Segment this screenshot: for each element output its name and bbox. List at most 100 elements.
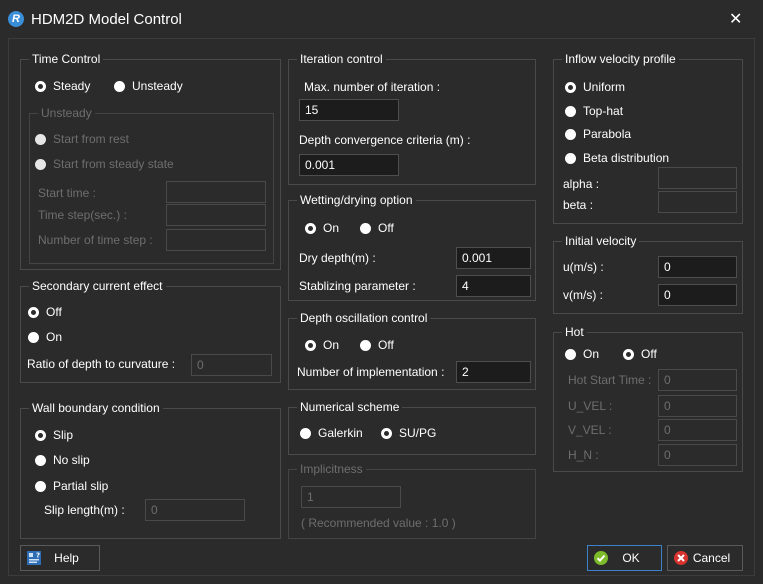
beta-input[interactable] — [658, 191, 737, 213]
depth-convergence-input[interactable]: 0.001 — [299, 154, 399, 176]
u-velocity-input[interactable]: 0 — [658, 256, 737, 278]
wall-boundary-title: Wall boundary condition — [29, 401, 163, 415]
h-n-input[interactable]: 0 — [658, 444, 737, 466]
dry-depth-input[interactable]: 0.001 — [456, 247, 531, 269]
radio-unchecked-icon — [360, 222, 371, 234]
unsteady-label: Unsteady — [132, 79, 183, 93]
slip-length-label: Slip length(m) : — [44, 503, 125, 517]
radio-checked-icon — [305, 339, 316, 351]
max-iteration-input[interactable]: 15 — [299, 99, 399, 121]
steady-radio[interactable]: Steady — [35, 79, 90, 93]
h-n-label: H_N : — [568, 448, 599, 462]
close-icon[interactable]: ✕ — [729, 9, 742, 29]
partial-slip-radio[interactable]: Partial slip — [35, 479, 108, 493]
oscillation-off-radio[interactable]: Off — [360, 338, 394, 352]
implicitness-note: ( Recommended value : 1.0 ) — [301, 516, 456, 530]
cancel-button-label: Cancel — [692, 551, 731, 565]
start-from-rest-radio[interactable]: Start from rest — [35, 132, 129, 146]
secondary-off-label: Off — [46, 305, 62, 319]
parabola-radio[interactable]: Parabola — [565, 127, 631, 141]
u-vel-input[interactable]: 0 — [658, 395, 737, 417]
hot-on-radio[interactable]: On — [565, 347, 599, 361]
implicitness-input[interactable]: 1 — [301, 486, 401, 508]
radio-unchecked-icon — [114, 80, 125, 92]
wetting-on-radio[interactable]: On — [305, 221, 339, 235]
iteration-control-title: Iteration control — [297, 52, 386, 66]
ok-button[interactable]: OK — [587, 545, 662, 571]
radio-checked-icon — [28, 306, 39, 318]
v-vel-input[interactable]: 0 — [658, 419, 737, 441]
radio-checked-icon — [381, 427, 392, 439]
unsteady-radio[interactable]: Unsteady — [114, 79, 183, 93]
supg-radio[interactable]: SU/PG — [381, 426, 436, 440]
slip-length-input[interactable]: 0 — [145, 499, 245, 521]
secondary-off-radio[interactable]: Off — [28, 305, 62, 319]
v-vel-label: V_VEL : — [568, 423, 612, 437]
numerical-scheme-title: Numerical scheme — [297, 400, 403, 414]
start-time-input[interactable] — [166, 181, 266, 203]
radio-unchecked-icon — [35, 158, 46, 170]
num-implementation-input[interactable]: 2 — [456, 361, 531, 383]
start-from-steady-radio[interactable]: Start from steady state — [35, 157, 174, 171]
top-hat-radio[interactable]: Top-hat — [565, 104, 623, 118]
hot-off-label: Off — [641, 347, 657, 361]
radio-checked-icon — [35, 80, 46, 92]
dry-depth-label: Dry depth(m) : — [299, 251, 376, 265]
time-step-input[interactable] — [166, 204, 266, 226]
radio-checked-icon — [35, 429, 46, 441]
help-button[interactable]: ? Help — [20, 545, 100, 571]
wetting-on-label: On — [323, 221, 340, 235]
time-control-title: Time Control — [29, 52, 104, 66]
galerkin-radio[interactable]: Galerkin — [300, 426, 363, 440]
radio-unchecked-icon — [35, 480, 46, 492]
depth-oscillation-title: Depth oscillation control — [297, 311, 431, 325]
app-logo-icon: R — [8, 11, 24, 27]
galerkin-label: Galerkin — [318, 426, 363, 440]
hot-start-time-label: Hot Start Time : — [568, 373, 652, 387]
no-slip-radio[interactable]: No slip — [35, 453, 90, 467]
supg-label: SU/PG — [399, 426, 437, 440]
oscillation-on-label: On — [323, 338, 340, 352]
beta-label: beta : — [563, 198, 594, 212]
radio-unchecked-icon — [300, 427, 311, 439]
hot-start-time-input[interactable]: 0 — [658, 369, 737, 391]
ok-button-label: OK — [622, 551, 640, 565]
partial-slip-label: Partial slip — [53, 479, 109, 493]
hot-on-label: On — [583, 347, 600, 361]
wetting-off-radio[interactable]: Off — [360, 221, 394, 235]
unsteady-group-title: Unsteady — [38, 106, 95, 120]
no-slip-label: No slip — [53, 453, 90, 467]
top-hat-label: Top-hat — [583, 104, 624, 118]
help-icon: ? — [27, 551, 41, 565]
stabilizing-parameter-input[interactable]: 4 — [456, 275, 531, 297]
hot-title: Hot — [562, 325, 587, 339]
cancel-button[interactable]: Cancel — [667, 545, 743, 571]
secondary-current-title: Secondary current effect — [29, 279, 166, 293]
slip-radio[interactable]: Slip — [35, 428, 73, 442]
secondary-on-radio[interactable]: On — [28, 330, 62, 344]
help-button-label: Help — [54, 551, 79, 565]
max-iteration-label: Max. number of iteration : — [304, 80, 441, 94]
radio-unchecked-icon — [360, 339, 371, 351]
cancel-icon — [674, 551, 688, 565]
ratio-depth-curvature-input[interactable]: 0 — [191, 354, 272, 376]
steady-label: Steady — [53, 79, 91, 93]
radio-checked-icon — [623, 348, 634, 360]
u-vel-label: U_VEL : — [568, 399, 613, 413]
ratio-depth-curvature-label: Ratio of depth to curvature : — [27, 357, 176, 371]
radio-unchecked-icon — [565, 105, 576, 117]
start-from-rest-label: Start from rest — [53, 132, 130, 146]
beta-distribution-radio[interactable]: Beta distribution — [565, 151, 669, 165]
stabilizing-parameter-label: Stablizing parameter : — [299, 279, 416, 293]
start-time-label: Start time : — [38, 186, 97, 200]
oscillation-off-label: Off — [378, 338, 394, 352]
uniform-radio[interactable]: Uniform — [565, 80, 625, 94]
num-time-step-input[interactable] — [166, 229, 266, 251]
check-icon — [594, 551, 608, 565]
radio-unchecked-icon — [35, 133, 46, 145]
v-velocity-input[interactable]: 0 — [658, 284, 737, 306]
u-velocity-label: u(m/s) : — [563, 260, 604, 274]
hot-off-radio[interactable]: Off — [623, 347, 657, 361]
oscillation-on-radio[interactable]: On — [305, 338, 339, 352]
alpha-input[interactable] — [658, 167, 737, 189]
